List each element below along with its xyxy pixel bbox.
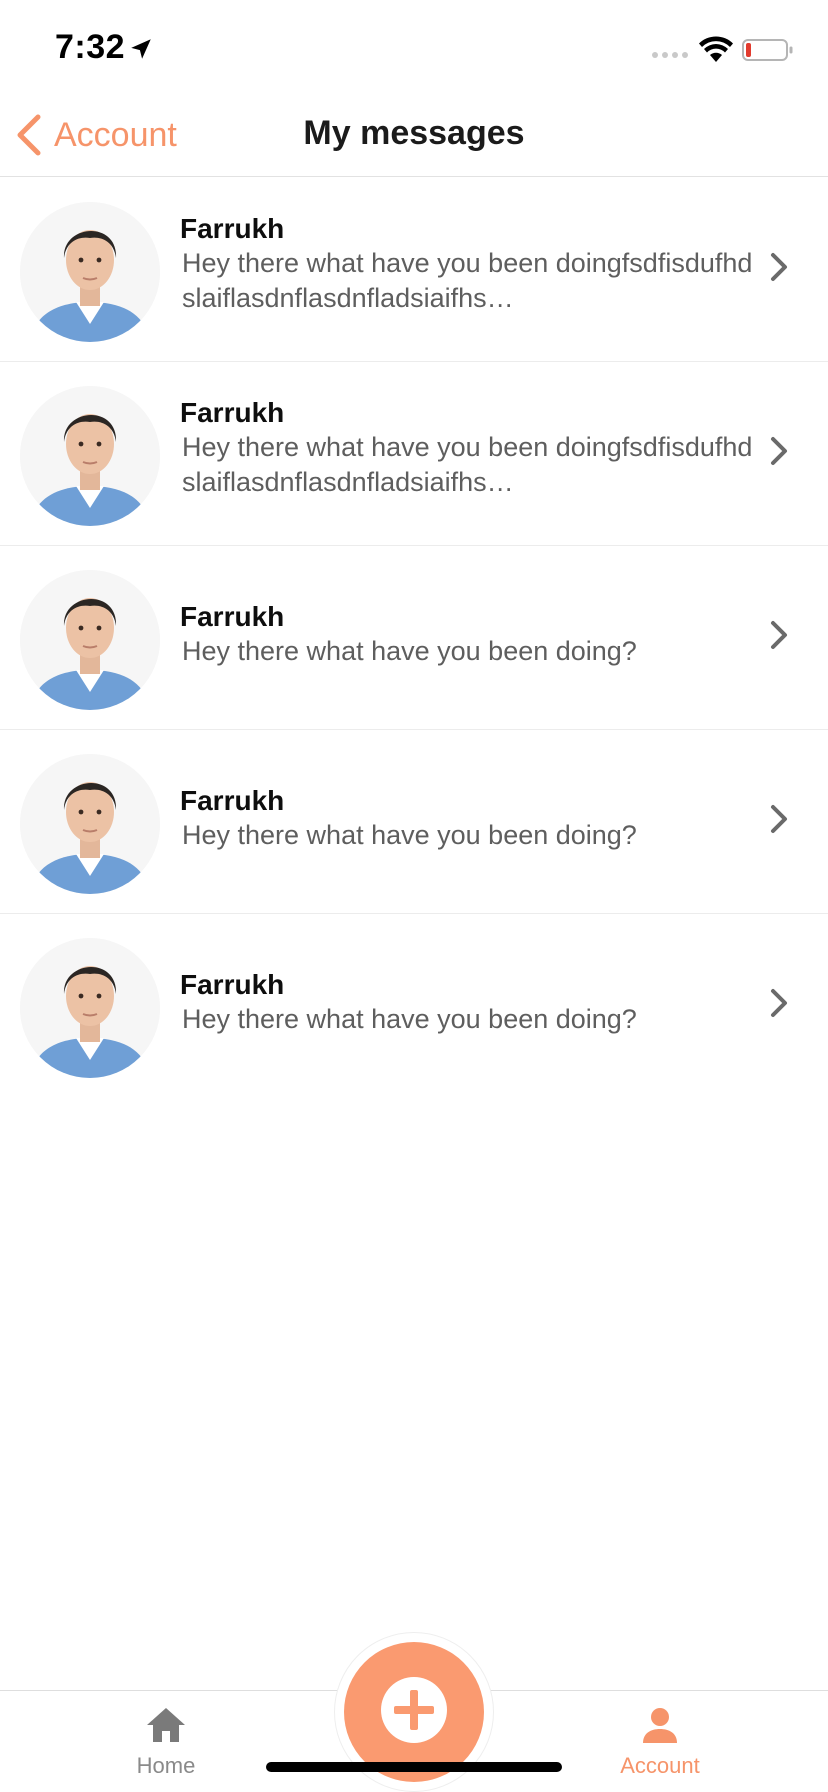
avatar <box>20 202 160 342</box>
avatar-photo <box>20 754 160 894</box>
chevron-right-icon <box>771 253 787 281</box>
message-preview: Hey there what have you been doing? <box>182 1004 637 1034</box>
avatar <box>20 386 160 526</box>
message-text: Farrukh Hey there what have you been doi… <box>180 212 760 316</box>
avatar <box>20 570 160 710</box>
message-text: Farrukh Hey there what have you been doi… <box>180 784 760 853</box>
tab-account-label: Account <box>620 1753 700 1778</box>
sender-name: Farrukh <box>180 213 285 244</box>
chevron-right-icon <box>771 989 787 1017</box>
person-icon <box>643 1708 677 1743</box>
message-row[interactable]: Farrukh Hey there what have you been doi… <box>0 730 828 914</box>
message-row[interactable]: Farrukh Hey there what have you been doi… <box>0 914 828 1098</box>
wifi-icon <box>699 36 733 62</box>
screen: 7:32 Account My messages Farrukh Hey the… <box>0 0 828 1792</box>
status-time: 7:32 <box>55 28 126 66</box>
page-title-text: My messages <box>303 114 525 152</box>
status-bar: 7:32 <box>0 0 828 100</box>
chevron-right-icon <box>771 805 787 833</box>
battery-low-icon <box>742 39 793 61</box>
message-row[interactable]: Farrukh Hey there what have you been doi… <box>0 546 828 730</box>
home-indicator <box>266 1762 562 1772</box>
chevron-right-icon <box>771 437 787 465</box>
signal-dots-icon <box>652 52 688 58</box>
add-button[interactable] <box>344 1642 484 1782</box>
message-preview: Hey there what have you been doing? <box>182 636 637 666</box>
tab-account[interactable]: Account <box>580 1691 740 1792</box>
message-preview: Hey there what have you been doingfsdfis… <box>182 248 753 313</box>
avatar-photo <box>20 202 160 342</box>
page-title: My messages <box>0 114 828 153</box>
message-preview: Hey there what have you been doing? <box>182 820 637 850</box>
message-list: Farrukh Hey there what have you been doi… <box>0 178 828 1098</box>
sender-name: Farrukh <box>180 397 285 428</box>
home-icon <box>147 1708 185 1742</box>
message-text: Farrukh Hey there what have you been doi… <box>180 396 760 500</box>
tab-home[interactable]: Home <box>86 1691 246 1792</box>
sender-name: Farrukh <box>180 601 285 632</box>
avatar <box>20 754 160 894</box>
sender-name: Farrukh <box>180 969 285 1000</box>
chevron-right-icon <box>771 621 787 649</box>
sender-name: Farrukh <box>180 785 285 816</box>
avatar-photo <box>20 570 160 710</box>
message-text: Farrukh Hey there what have you been doi… <box>180 600 760 669</box>
message-row[interactable]: Farrukh Hey there what have you been doi… <box>0 178 828 362</box>
message-preview: Hey there what have you been doingfsdfis… <box>182 432 753 497</box>
plus-icon <box>381 1677 447 1743</box>
avatar <box>20 938 160 1078</box>
tab-home-label: Home <box>136 1753 196 1778</box>
avatar-photo <box>20 386 160 526</box>
avatar-photo <box>20 938 160 1078</box>
location-arrow-icon <box>131 39 151 59</box>
message-row[interactable]: Farrukh Hey there what have you been doi… <box>0 362 828 546</box>
message-text: Farrukh Hey there what have you been doi… <box>180 968 760 1037</box>
nav-bar: Account My messages <box>0 100 828 177</box>
